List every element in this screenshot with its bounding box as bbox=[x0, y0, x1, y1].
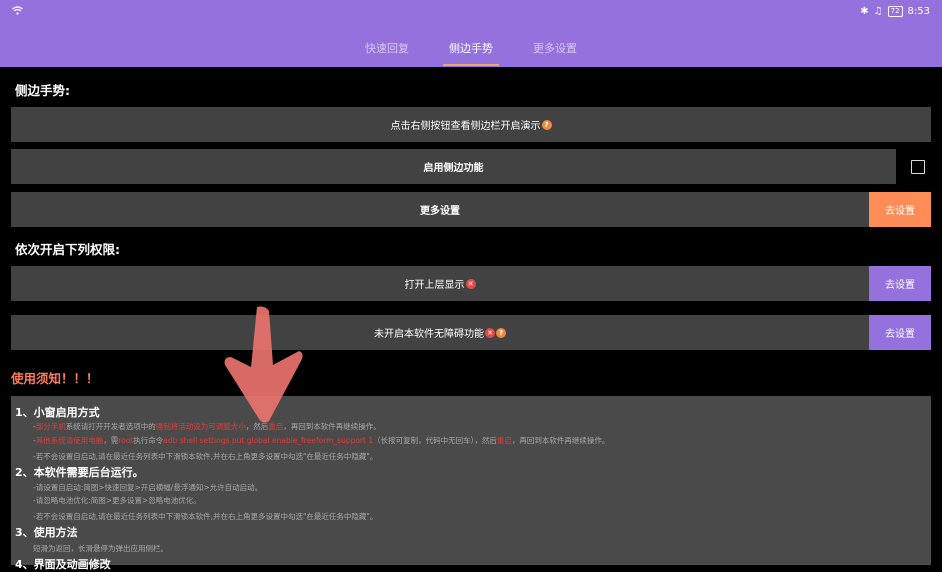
error-icon: ✕ bbox=[465, 278, 476, 289]
line-text: 执行命令 bbox=[133, 436, 164, 445]
line-text: ，需 bbox=[103, 436, 119, 445]
highlight-text: 其他系统请使用电脑 bbox=[35, 436, 104, 445]
more-settings-row: 更多设置 bbox=[11, 192, 869, 227]
bluetooth-icon: ✱ bbox=[860, 6, 869, 17]
overlay-row: 打开上层显示 ✕ bbox=[11, 266, 869, 301]
tab-more-settings[interactable]: 更多设置 bbox=[527, 40, 583, 56]
tab-bar: 快速回复 侧边手势 更多设置 bbox=[0, 40, 942, 66]
bell-icon: ♫ bbox=[873, 6, 883, 17]
section-2-line-3: -若不会设置自启动,请在最近任务列表中下滑锁本软件,并在右上角更多设置中勾选"在… bbox=[33, 512, 378, 521]
more-settings-label: 更多设置 bbox=[420, 206, 460, 217]
help-icon[interactable]: ? bbox=[496, 327, 506, 338]
accessibility-row: 未开启本软件无障碍功能 ✕? bbox=[11, 315, 869, 350]
line-text: （长按可复制，代码中无回车），然后 bbox=[373, 436, 497, 445]
demo-label: 点击右侧按钮查看侧边栏开启演示 bbox=[390, 121, 541, 132]
demo-button[interactable]: 点击右侧按钮查看侧边栏开启演示? bbox=[11, 107, 931, 142]
arrow-down-icon bbox=[224, 306, 303, 423]
accessibility-settings-button[interactable]: 去设置 bbox=[869, 315, 931, 350]
enable-side-row[interactable]: 启用侧边功能 bbox=[11, 149, 896, 184]
section-4-title: 4、界面及动画修改 bbox=[15, 558, 111, 571]
notice-panel: 1、小窗启用方式 -部分手机系统请打开开发者选项中的强制将活动设为可调整大小，然… bbox=[11, 396, 931, 571]
section-1-line-3: -若不会设置自启动,请在最近任务列表中下滑锁本软件,并在右上角更多设置中勾选"在… bbox=[33, 452, 378, 461]
enable-side-label: 启用侧边功能 bbox=[423, 163, 484, 174]
section-3-title: 3、使用方法 bbox=[15, 526, 78, 539]
tab-side-gesture[interactable]: 侧边手势 bbox=[443, 40, 499, 66]
section-2-title: 2、本软件需要后台运行。 bbox=[15, 466, 144, 479]
highlight-text: root bbox=[118, 436, 134, 445]
overlay-label: 打开上层显示 bbox=[404, 280, 465, 291]
highlight-text: 部分手机 bbox=[35, 422, 66, 431]
overlay-settings-button[interactable]: 去设置 bbox=[869, 266, 931, 301]
section-2-line-1: -请设置自启动:简图>快速回复>开启横幅/悬浮通知>允许自动启动。 bbox=[33, 483, 263, 492]
section-1-title: 1、小窗启用方式 bbox=[15, 406, 100, 419]
accessibility-label: 未开启本软件无障碍功能 bbox=[374, 329, 484, 340]
notice-title: 使用须知！！！ bbox=[11, 371, 99, 386]
highlight-text: 重启 bbox=[496, 436, 512, 445]
line-text: 系统请打开开发者选项中的 bbox=[65, 422, 156, 431]
wifi-icon bbox=[12, 6, 23, 18]
section-1-line-2: -其他系统请使用电脑，需root执行命令adb shell settings p… bbox=[33, 436, 610, 445]
line-text: ，再回到本软件再继续操作。 bbox=[511, 436, 610, 445]
help-icon[interactable]: ? bbox=[541, 119, 552, 130]
status-bar: ✱ ♫ 72 8:53 bbox=[0, 0, 942, 24]
section-2-line-2: -请忽略电池优化:简图>更多设置>忽略电池优化。 bbox=[33, 496, 201, 505]
battery-icon: 72 bbox=[887, 6, 903, 17]
section-3-line-1: 短滑为返回，长滑悬停为弹出应用侧栏。 bbox=[33, 544, 168, 553]
clock: 8:53 bbox=[907, 6, 930, 17]
enable-side-checkbox[interactable] bbox=[911, 160, 925, 174]
more-settings-button[interactable]: 去设置 bbox=[869, 192, 931, 227]
error-icon: ✕ bbox=[485, 327, 495, 338]
app-header: ✱ ♫ 72 8:53 快速回复 侧边手势 更多设置 bbox=[0, 0, 942, 67]
adb-command[interactable]: adb shell settings put global enable_fre… bbox=[163, 436, 373, 445]
side-gesture-title: 侧边手势: bbox=[15, 83, 70, 98]
permissions-title: 依次开启下列权限: bbox=[15, 242, 120, 257]
tab-quick-reply[interactable]: 快速回复 bbox=[359, 40, 415, 56]
section-1-line-1: -部分手机系统请打开开发者选项中的强制将活动设为可调整大小，然后重启，再回到本软… bbox=[33, 422, 381, 431]
